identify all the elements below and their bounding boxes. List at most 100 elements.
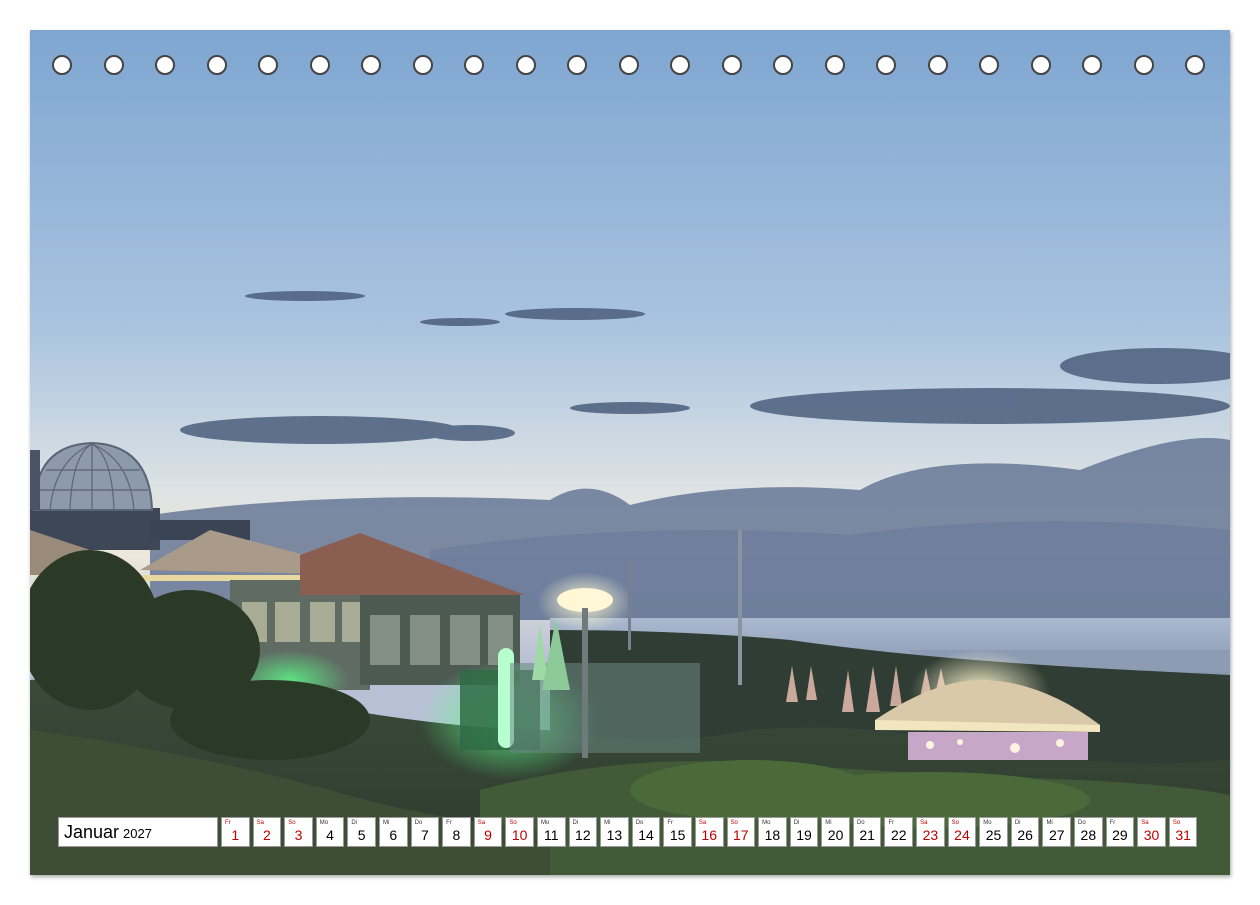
day-cell: Mi 20 [821,817,850,847]
binding-hole [309,55,330,75]
day-number: 23 [922,827,939,843]
binding-hole [155,55,175,75]
binding-holes [30,30,1230,104]
day-cell: Mi 27 [1042,817,1072,847]
day-cell: Fr 29 [1105,817,1135,847]
weekday-label: Sa [698,820,707,826]
day-number: 22 [890,827,907,843]
day-number: 13 [606,827,623,843]
month-label-box: Januar 2027 [58,817,218,847]
day-cell: Mo 18 [758,817,787,847]
weekday-label: Sa [920,820,928,826]
day-cell: Do 14 [631,817,661,847]
day-number: 10 [511,827,528,843]
weekday-label: Mi [382,820,390,826]
weekday-label: Mi [604,820,611,826]
day-cell: Mo 25 [979,817,1008,847]
day-number: 6 [389,827,398,843]
day-cell: So 24 [947,817,977,847]
weekday-label: Di [1014,820,1021,826]
binding-hole [412,55,433,75]
day-cell: Fr 15 [663,817,692,847]
binding-hole [1133,55,1154,75]
weekday-label: Fr [1109,820,1116,826]
day-cell: Sa 30 [1137,817,1166,847]
day-number: 16 [701,827,717,843]
day-number: 7 [420,827,429,843]
day-cell: Di 5 [347,817,376,847]
binding-hole [52,55,72,75]
weekday-label: So [730,820,738,826]
day-number: 11 [543,827,559,843]
binding-hole [1082,55,1102,75]
day-cell: So 3 [284,817,313,847]
day-number: 31 [1175,827,1191,843]
weekday-label: Fr [446,820,452,826]
day-cell: Di 26 [1010,817,1040,847]
day-cell: Fr 1 [221,817,250,847]
weekday-label: So [509,820,517,826]
day-number: 2 [262,827,271,843]
year: 2027 [123,826,152,841]
binding-hole [773,55,793,75]
calendar-strip: Januar 2027 Fr 1 Sa 2 So 3 Mo 4 Di 5 Mi 6 Do 7 Fr 8 Sa 9 S… [58,817,1200,847]
beach-dune-photo [30,30,1230,875]
day-number: 30 [1143,827,1160,843]
day-cell: Sa 16 [694,817,724,847]
day-cell: Sa 2 [252,817,282,847]
binding-hole [721,55,742,75]
day-number: 20 [827,827,844,843]
weekday-label: Fr [888,820,895,826]
day-number: 25 [985,827,1002,843]
weekday-label: Mo [762,820,771,826]
day-cells: Fr 1 Sa 2 So 3 Mo 4 Di 5 Mi 6 Do 7 Fr 8 Sa 9 So 10 Mo 11 Di 12 M… [221,817,1200,847]
weekday-label: Sa [1141,820,1149,826]
weekday-label: Do [635,820,644,826]
day-number: 12 [575,827,591,843]
weekday-label: Do [1078,820,1086,826]
day-cell: Sa 9 [473,817,503,847]
day-number: 28 [1080,827,1097,843]
weekday-label: Mi [825,820,832,826]
weekday-label: So [1172,820,1181,826]
binding-hole [361,55,381,75]
weekday-label: Mo [540,820,550,826]
day-number: 27 [1048,827,1065,843]
month-name: Januar [64,821,120,842]
day-cell: Di 19 [789,817,819,847]
binding-hole [567,55,587,75]
weekday-label: Do [414,820,423,826]
day-number: 26 [1017,827,1033,843]
weekday-label: Mi [1046,820,1053,826]
weekday-label: Di [793,820,800,826]
binding-hole [258,55,278,75]
day-cell: So 10 [505,817,534,847]
weekday-label: So [288,820,296,826]
day-cell: So 17 [726,817,756,847]
binding-hole [1030,55,1051,75]
binding-hole [206,55,227,75]
binding-hole [464,55,484,75]
weekday-label: Mo [983,820,992,826]
day-cell: Do 7 [410,817,440,847]
day-cell: Fr 8 [442,817,471,847]
day-number: 19 [796,827,812,843]
weekday-label: Di [572,820,579,826]
day-cell: Do 21 [852,817,882,847]
binding-hole [670,55,690,75]
day-number: 1 [231,827,240,843]
day-cell: Mo 11 [536,817,566,847]
weekday-label: Di [351,820,358,826]
day-cell: Mi 13 [600,817,629,847]
binding-hole [103,55,124,75]
day-cell: Mo 4 [315,817,345,847]
day-number: 18 [764,827,781,843]
weekday-label: Do [856,820,865,826]
day-cell: Sa 23 [916,817,945,847]
day-number: 24 [954,827,970,843]
binding-hole [618,55,639,75]
day-number: 3 [294,827,303,843]
day-number: 21 [859,827,875,843]
weekday-label: Fr [667,820,673,826]
binding-hole [824,55,845,75]
